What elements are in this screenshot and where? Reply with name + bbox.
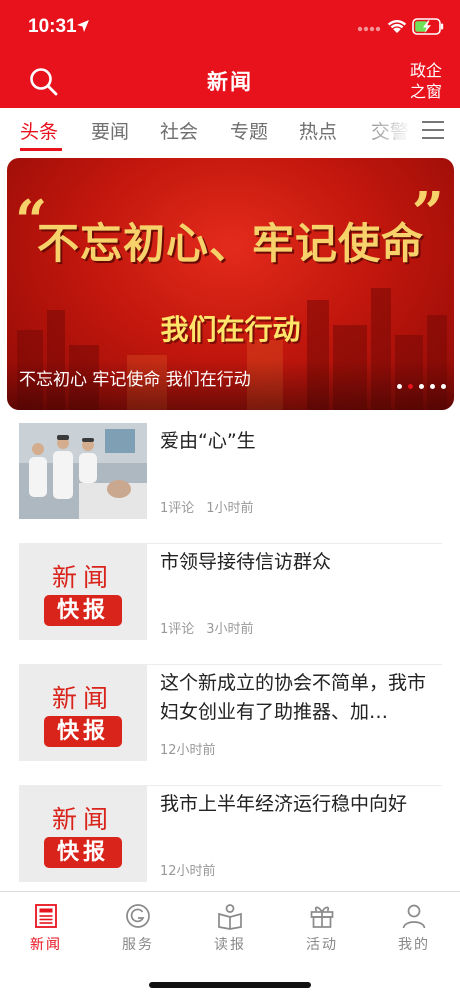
location-arrow-icon <box>77 20 89 32</box>
gov-button-line-1: 政企 <box>409 61 442 80</box>
news-meta: 1评论 3小时前 <box>160 618 266 637</box>
banner-slogan: 不忘初心、牢记使命 <box>36 219 424 268</box>
bottom-tab-bar: 新闻 服务 读报 活动 我的 <box>0 891 460 996</box>
category-tabs: 头条 要闻 社会 专题 热点 交警 <box>0 108 460 152</box>
hospital-scene-image <box>19 423 147 519</box>
tabbar-read-paper[interactable]: 读报 <box>184 902 276 954</box>
banner-carousel[interactable]: “ 不忘初心、牢记使命 ” 我们在行动 不忘初心 牢记使命 我们在行动 <box>7 158 454 410</box>
carousel-dots <box>391 374 446 389</box>
service-icon <box>126 904 150 928</box>
news-meta: 12小时前 <box>160 860 228 879</box>
tabbar-label: 服务 <box>122 937 154 953</box>
carousel-dot[interactable] <box>419 384 424 389</box>
tab-special-topics[interactable]: 专题 <box>230 117 268 144</box>
tab-headlines[interactable]: 头条 <box>20 117 58 144</box>
thumb-text-top: 新闻 <box>51 684 114 713</box>
page-title: 新闻 <box>207 70 253 94</box>
news-item[interactable]: 新闻 快报 这个新成立的协会不简单，我市妇女创业有了助推器、加… 12小时前 <box>0 665 460 786</box>
tabbar-label: 我的 <box>398 937 430 953</box>
news-item[interactable]: 新闻 快报 市领导接待信访群众 1评论 3小时前 <box>0 544 460 665</box>
status-bar: 10:31 <box>0 0 460 56</box>
thumb-text-bottom: 快报 <box>44 716 122 747</box>
active-tab-indicator <box>20 148 62 151</box>
battery-charging-icon <box>412 18 444 35</box>
thumb-text-top: 新闻 <box>51 805 114 834</box>
news-thumbnail-photo <box>19 423 147 519</box>
news-title: 我市上半年经济运行稳中向好 <box>160 793 408 815</box>
nav-bar: 新闻 政企 之窗 <box>0 56 460 108</box>
news-title: 爱由“心”生 <box>160 430 256 452</box>
news-title: 这个新成立的协会不简单，我市妇女创业有了助推器、加… <box>160 672 427 723</box>
tab-society[interactable]: 社会 <box>160 117 198 144</box>
status-time: 10:31 <box>28 16 77 37</box>
news-time: 1小时前 <box>206 501 254 516</box>
cellular-signal-icon <box>357 26 381 32</box>
carousel-dot[interactable] <box>430 384 435 389</box>
thumb-text-bottom: 快报 <box>44 837 122 868</box>
search-icon[interactable] <box>26 64 62 100</box>
news-flash-thumbnail: 新闻 快报 <box>19 786 147 882</box>
news-item[interactable]: 新闻 快报 我市上半年经济运行稳中向好 12小时前 <box>0 786 460 907</box>
news-flash-thumbnail: 新闻 快报 <box>19 665 147 761</box>
tabbar-service[interactable]: 服务 <box>92 902 184 954</box>
tabbar-activity[interactable]: 活动 <box>276 902 368 954</box>
user-icon <box>402 904 426 929</box>
tabbar-news[interactable]: 新闻 <box>0 902 92 954</box>
tabbar-label: 活动 <box>306 937 338 953</box>
home-indicator <box>149 982 311 988</box>
carousel-dot[interactable] <box>441 384 446 389</box>
tab-hot[interactable]: 热点 <box>299 117 337 144</box>
news-time: 3小时前 <box>206 622 254 637</box>
news-time: 12小时前 <box>160 864 216 879</box>
gift-icon <box>310 906 334 928</box>
news-flash-thumbnail: 新闻 快报 <box>19 544 147 640</box>
news-meta: 12小时前 <box>160 739 228 758</box>
menu-icon[interactable] <box>412 108 460 152</box>
tabbar-label: 读报 <box>214 937 246 953</box>
news-comment-count: 1评论 <box>160 501 195 516</box>
news-comment-count: 1评论 <box>160 622 195 637</box>
thumb-text-top: 新闻 <box>51 563 114 592</box>
app-header: 10:31 新闻 政企 之窗 <box>0 0 460 108</box>
thumb-text-bottom: 快报 <box>44 595 122 626</box>
gov-enterprise-window-button[interactable]: 政企 之窗 <box>406 60 446 102</box>
news-meta: 1评论 1小时前 <box>160 497 266 516</box>
banner-quote-close: ” <box>411 180 444 246</box>
tabbar-profile[interactable]: 我的 <box>368 902 460 954</box>
banner-subtitle: 我们在行动 <box>160 313 301 346</box>
carousel-dot[interactable] <box>397 384 402 389</box>
gov-button-line-2: 之窗 <box>409 82 442 101</box>
tabbar-label: 新闻 <box>30 937 62 953</box>
tabs-fade <box>356 108 412 152</box>
read-paper-icon <box>218 904 242 930</box>
newspaper-icon <box>35 904 57 928</box>
carousel-dot-active[interactable] <box>408 384 413 389</box>
news-time: 12小时前 <box>160 743 216 758</box>
banner-caption: 不忘初心 牢记使命 我们在行动 <box>19 370 251 390</box>
news-item[interactable]: 爱由“心”生 1评论 1小时前 <box>0 423 460 544</box>
wifi-icon <box>387 19 407 33</box>
news-title: 市领导接待信访群众 <box>160 551 332 573</box>
tab-important-news[interactable]: 要闻 <box>91 117 129 144</box>
